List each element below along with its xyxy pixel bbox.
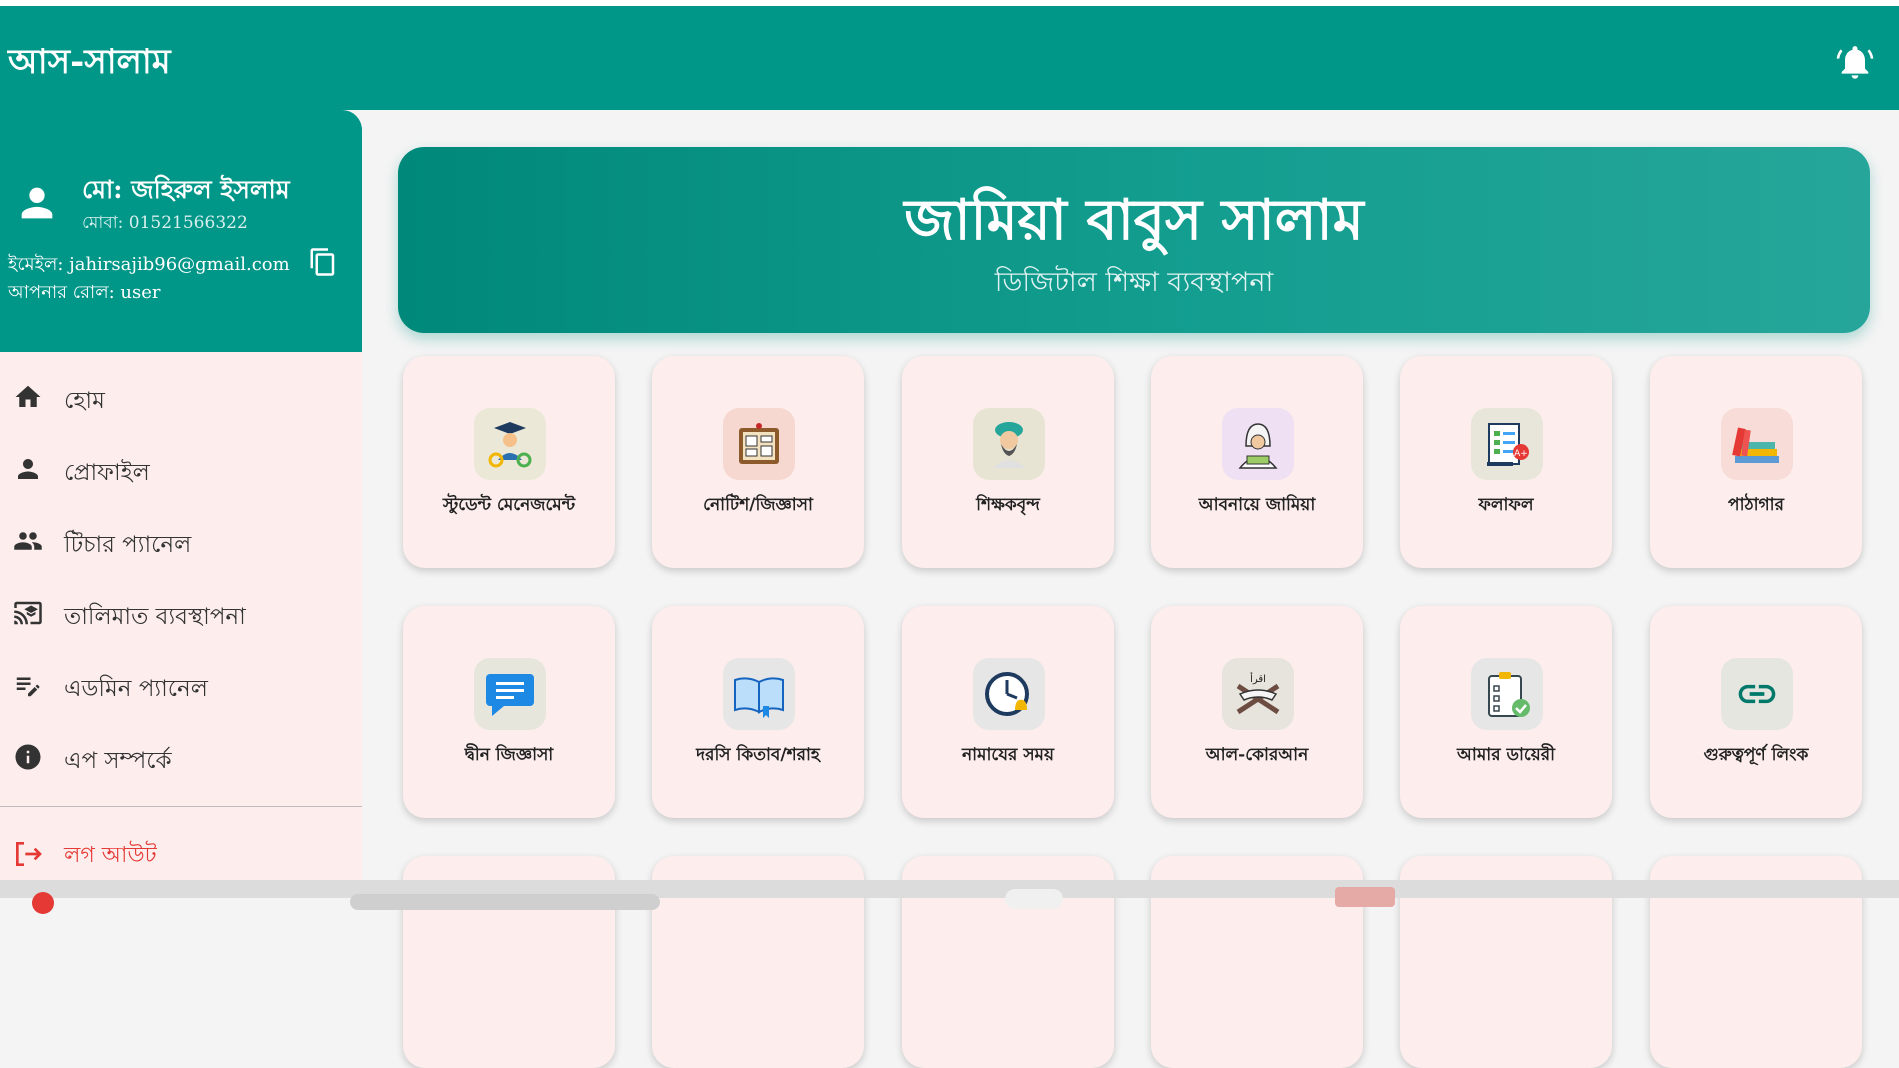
cast-for-education-icon <box>12 598 44 628</box>
info-icon <box>12 742 44 772</box>
bottom-taskbar <box>0 880 1899 914</box>
nav-item-profile[interactable]: প্রোফাইল <box>0 432 362 504</box>
nav-item-label: হোম <box>64 388 105 414</box>
user-phone: মোবা: 01521566322 <box>82 213 248 233</box>
student-management-icon <box>474 408 546 480</box>
tile-label: দরসি কিতাব/শরাহ <box>696 745 820 765</box>
app-bar: আস-সালাম <box>0 6 1899 110</box>
nav-item-label: প্রোফাইল <box>64 460 150 486</box>
svg-text:اقرأ: اقرأ <box>1250 672 1266 685</box>
logout-label: লগ আউট <box>64 843 157 868</box>
tile-label: নামাযের সময় <box>961 745 1055 765</box>
quran-stand-icon: اقرأ <box>1222 658 1294 730</box>
edit-note-icon <box>12 670 44 700</box>
drawer-header: মো: জহিরুল ইসলাম মোবা: 01521566322 ইমেইল… <box>0 110 362 352</box>
copy-icon[interactable] <box>308 246 338 278</box>
banner-subtitle: ডিজিটাল শিক্ষা ব্যবস্থাপনা <box>994 267 1274 298</box>
tile-label: আমার ডায়েরী <box>1457 745 1555 765</box>
prayer-clock-icon <box>973 658 1045 730</box>
tile-alumni[interactable]: আবনায়ে জামিয়া <box>1151 356 1363 568</box>
open-book-icon <box>723 658 795 730</box>
tile-label: গুরুত্বপূর্ণ লিংক <box>1703 745 1809 765</box>
logout-icon <box>12 838 44 870</box>
home-icon <box>12 382 44 412</box>
tile-important-links[interactable]: গুরুত্বপূর্ণ লিংক <box>1650 606 1862 818</box>
diary-clipboard-icon <box>1471 658 1543 730</box>
tile-teachers[interactable]: শিক্ষকবৃন্দ <box>902 356 1114 568</box>
nav-item-label: এডমিন প্যানেল <box>64 676 208 702</box>
tile-label: পাঠাগার <box>1728 495 1784 515</box>
result-icon: A+ <box>1471 408 1543 480</box>
user-name: মো: জহিরুল ইসলাম <box>82 175 290 204</box>
tile-student-management[interactable]: স্টুডেন্ট মেনেজমেন্ট <box>403 356 615 568</box>
tile-label: আল-কোরআন <box>1205 745 1309 765</box>
banner-title: জামিয়া বাবুস সালাম <box>904 187 1364 253</box>
tile-deen-jiggasa[interactable]: দ্বীন জিজ্ঞাসা <box>403 606 615 818</box>
nav-item-talimat[interactable]: তালিমাত ব্যবস্থাপনা <box>0 576 362 648</box>
notification-bell-icon[interactable] <box>1835 42 1875 82</box>
tile-dorsi-kitab[interactable]: দরসি কিতাব/শরাহ <box>652 606 864 818</box>
user-email: ইমেইল: jahirsajib96@gmail.com <box>8 254 290 275</box>
tile-al-quran[interactable]: اقرأ আল-কোরআন <box>1151 606 1363 818</box>
drawer-divider <box>0 806 362 807</box>
tile-label: দ্বীন জিজ্ঞাসা <box>464 745 554 765</box>
app-title: আস-সালাম <box>8 42 171 82</box>
nav-item-label: টিচার প্যানেল <box>64 532 192 558</box>
avatar-person-icon <box>14 180 60 226</box>
tile-namaz-time[interactable]: নামাযের সময় <box>902 606 1114 818</box>
taskbar-search[interactable] <box>350 894 660 910</box>
nav-item-label: তালিমাত ব্যবস্থাপনা <box>64 604 246 630</box>
navigation-drawer: মো: জহিরুল ইসলাম মোবা: 01521566322 ইমেইল… <box>0 110 362 880</box>
tile-label: নোটিশ/জিজ্ঞাসা <box>703 495 813 515</box>
nav-item-teacher-panel[interactable]: টিচার প্যানেল <box>0 504 362 576</box>
taskbar-app-button[interactable] <box>1335 887 1395 907</box>
svg-text:A+: A+ <box>1514 449 1528 459</box>
logout-button[interactable]: লগ আউট <box>0 830 362 880</box>
people-icon <box>12 526 44 556</box>
tile-result[interactable]: A+ ফলাফল <box>1400 356 1612 568</box>
tile-library[interactable]: পাঠাগার <box>1650 356 1862 568</box>
library-books-icon <box>1721 408 1793 480</box>
tile-my-diary[interactable]: আমার ডায়েরী <box>1400 606 1612 818</box>
chat-message-icon <box>474 658 546 730</box>
tile-label: স্টুডেন্ট মেনেজমেন্ট <box>442 495 576 515</box>
tile-label: আবনায়ে জামিয়া <box>1198 495 1316 515</box>
nav-item-about[interactable]: এপ সম্পর্কে <box>0 720 362 792</box>
tile-label: ফলাফল <box>1478 495 1534 515</box>
drawer-nav: হোম প্রোফাইল টিচার প্যানেল তালিমাত ব্যবস… <box>0 360 362 792</box>
teacher-icon <box>973 408 1045 480</box>
tile-label: শিক্ষকবৃন্দ <box>976 495 1040 515</box>
notice-board-icon <box>723 408 795 480</box>
nav-item-label: এপ সম্পর্কে <box>64 748 172 774</box>
user-role: আপনার রোল: user <box>8 282 161 303</box>
taskbar-app-icon[interactable] <box>32 892 54 914</box>
nav-item-admin-panel[interactable]: এডমিন প্যানেল <box>0 648 362 720</box>
alumni-icon <box>1222 408 1294 480</box>
tile-notice[interactable]: নোটিশ/জিজ্ঞাসা <box>652 356 864 568</box>
taskbar-toggle[interactable] <box>1005 889 1063 909</box>
person-icon <box>12 454 44 484</box>
link-icon <box>1721 658 1793 730</box>
nav-item-home[interactable]: হোম <box>0 360 362 432</box>
institution-banner: জামিয়া বাবুস সালাম ডিজিটাল শিক্ষা ব্যবস… <box>398 147 1870 333</box>
